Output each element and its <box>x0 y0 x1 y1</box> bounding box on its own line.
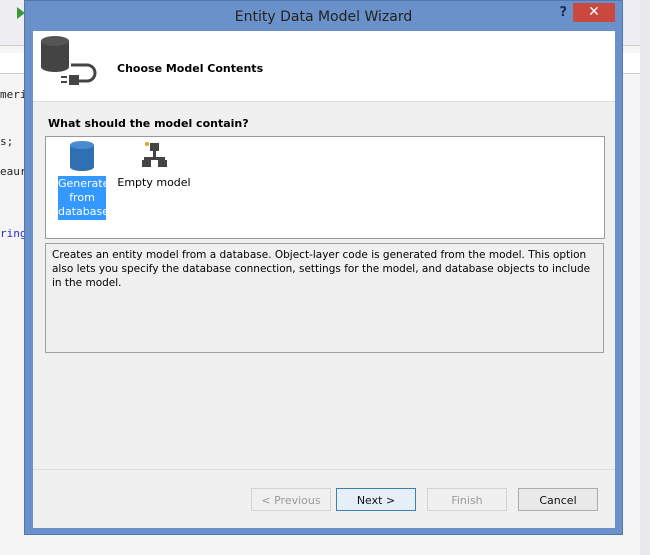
page-title: Choose Model Contents <box>117 62 264 75</box>
previous-button[interactable]: < Previous <box>251 488 331 511</box>
model-options-list: Generate from database Empty model <box>45 136 605 239</box>
divider <box>33 469 615 470</box>
dialog-title: Entity Data Model Wizard <box>234 9 413 25</box>
next-button[interactable]: Next > <box>336 488 416 511</box>
option-label: Generate from database <box>58 176 110 220</box>
option-generate-from-database[interactable]: Generate from database <box>58 139 110 220</box>
option-empty-model[interactable]: Empty model <box>116 139 192 189</box>
database-connect-icon <box>41 36 97 85</box>
option-label: Empty model <box>117 176 191 189</box>
close-button[interactable]: ✕ <box>573 3 615 22</box>
finish-button[interactable]: Finish <box>427 488 507 511</box>
wizard-dialog: Entity Data Model Wizard ? ✕ Choose Mode… <box>24 0 623 535</box>
empty-model-icon <box>142 142 167 167</box>
cancel-button[interactable]: Cancel <box>518 488 598 511</box>
ide-side-panel <box>640 0 650 555</box>
option-description: Creates an entity model from a database.… <box>45 243 604 353</box>
code-line: s; <box>0 135 14 148</box>
code-line: eaur <box>0 165 27 178</box>
question-label: What should the model contain? <box>48 117 249 130</box>
help-button[interactable]: ? <box>559 5 567 20</box>
code-line: ring <box>0 227 27 240</box>
code-line: meri <box>0 88 27 101</box>
dialog-client: Choose Model Contents What should the mo… <box>33 31 615 528</box>
database-icon <box>70 141 94 171</box>
wizard-header: Choose Model Contents <box>33 31 615 102</box>
